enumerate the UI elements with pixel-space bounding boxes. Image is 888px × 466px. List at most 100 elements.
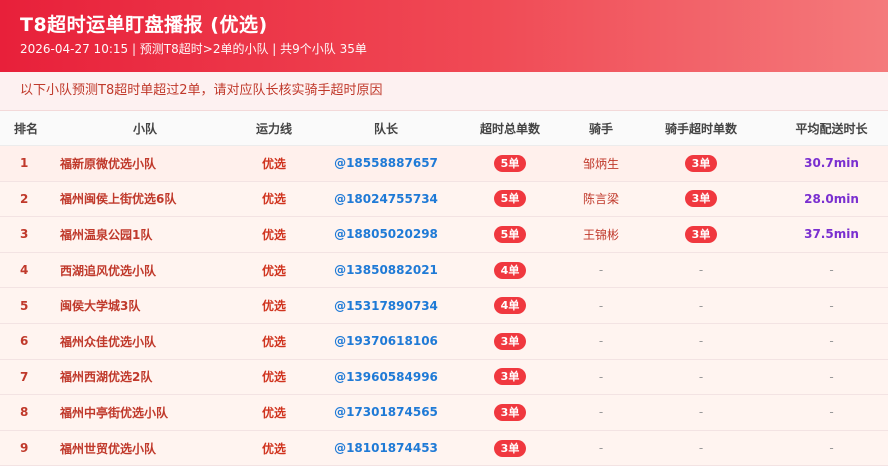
capacity-line: 优选 [238, 394, 310, 431]
rider-timeout-badge: 3单 [684, 154, 718, 172]
rank-cell: 3 [0, 216, 52, 253]
rider-timeout-badge: 3单 [684, 225, 718, 243]
rank-cell: 8 [0, 394, 52, 431]
rank-cell: 4 [0, 252, 52, 289]
table-row: 4 西湖追风优选小队 优选 @13850882021 4单 - - - [0, 252, 888, 289]
rider-timeout-value: - [698, 405, 704, 420]
col-header-rank: 排名 [0, 111, 52, 146]
capacity-line: 优选 [238, 252, 310, 289]
rider-name: - [558, 287, 644, 324]
total-timeout-cell: 3单 [462, 394, 558, 431]
rider-name: - [558, 359, 644, 396]
rank-cell: 9 [0, 430, 52, 466]
table-row: 3 福州温泉公园1队 优选 @18805020298 5单 王锦彬 3单 37.5min [0, 216, 888, 253]
team-name: 西湖追风优选小队 [52, 252, 238, 289]
total-timeout-badge: 3单 [493, 332, 527, 350]
rider-timeout-value: - [698, 298, 704, 313]
report-header: T8超时运单盯盘播报 (优选) 2026-04-27 10:15 | 预测T8超… [0, 0, 888, 72]
rider-timeout-cell: 3单 [644, 145, 758, 182]
leader-mention[interactable]: @18558887657 [310, 145, 462, 182]
rider-timeout-cell: - [644, 394, 758, 431]
table-row: 1 福新原微优选小队 优选 @18558887657 5单 邹炳生 3单 30.7min [0, 145, 888, 182]
col-header-rider: 骑手 [558, 111, 644, 146]
team-name: 闽侯大学城3队 [52, 287, 238, 324]
team-name: 福州众佳优选小队 [52, 323, 238, 360]
rider-timeout-cell: - [644, 430, 758, 466]
capacity-line: 优选 [238, 430, 310, 466]
avg-delivery-time: - [758, 323, 888, 360]
capacity-line: 优选 [238, 359, 310, 396]
notice-banner: 以下小队预测T8超时单超过2单，请对应队长核实骑手超时原因 [0, 72, 888, 111]
rank-cell: 5 [0, 287, 52, 324]
rider-timeout-cell: - [644, 252, 758, 289]
report-subtitle: 2026-04-27 10:15 | 预测T8超时>2单的小队 | 共9个小队 … [20, 42, 367, 56]
leader-mention[interactable]: @18805020298 [310, 216, 462, 253]
team-name: 福新原微优选小队 [52, 145, 238, 182]
col-header-leader: 队长 [310, 111, 462, 146]
total-timeout-badge: 5单 [493, 190, 527, 208]
total-timeout-cell: 3单 [462, 359, 558, 396]
total-timeout-cell: 5单 [462, 216, 558, 253]
table-row: 5 闽侯大学城3队 优选 @15317890734 4单 - - - [0, 287, 888, 324]
total-timeout-badge: 5单 [493, 225, 527, 243]
leader-mention[interactable]: @17301874565 [310, 394, 462, 431]
rider-name: 王锦彬 [558, 216, 644, 253]
report-title: T8超时运单盯盘播报 (优选) [20, 14, 268, 36]
leader-mention[interactable]: @13960584996 [310, 359, 462, 396]
rider-timeout-cell: 3单 [644, 181, 758, 218]
avg-delivery-time: - [758, 359, 888, 396]
rider-timeout-value: - [698, 334, 704, 349]
team-name: 福州闽侯上街优选6队 [52, 181, 238, 218]
avg-delivery-time: - [758, 430, 888, 466]
rider-name: - [558, 394, 644, 431]
avg-delivery-time: 37.5min [758, 216, 888, 253]
rider-timeout-value: - [698, 369, 704, 384]
leader-mention[interactable]: @15317890734 [310, 287, 462, 324]
capacity-line: 优选 [238, 181, 310, 218]
rider-timeout-value: - [698, 441, 704, 456]
total-timeout-badge: 4单 [493, 297, 527, 315]
leader-mention[interactable]: @19370618106 [310, 323, 462, 360]
total-timeout-badge: 3单 [493, 439, 527, 457]
rank-cell: 6 [0, 323, 52, 360]
total-timeout-badge: 5单 [493, 154, 527, 172]
team-name: 福州世贸优选小队 [52, 430, 238, 466]
rider-timeout-cell: 3单 [644, 216, 758, 253]
rider-timeout-cell: - [644, 359, 758, 396]
col-header-avg-time: 平均配送时长 [758, 111, 888, 146]
col-header-team: 小队 [52, 111, 238, 146]
capacity-line: 优选 [238, 145, 310, 182]
table-row: 6 福州众佳优选小队 优选 @19370618106 3单 - - - [0, 323, 888, 360]
table-row: 9 福州世贸优选小队 优选 @18101874453 3单 - - - [0, 430, 888, 466]
avg-delivery-time: - [758, 394, 888, 431]
total-timeout-badge: 3单 [493, 368, 527, 386]
table-header-row: 排名 小队 运力线 队长 超时总单数 骑手 骑手超时单数 平均配送时长 [0, 111, 888, 146]
leader-mention[interactable]: @13850882021 [310, 252, 462, 289]
team-name: 福州西湖优选2队 [52, 359, 238, 396]
leader-mention[interactable]: @18024755734 [310, 181, 462, 218]
col-header-line: 运力线 [238, 111, 310, 146]
total-timeout-cell: 5单 [462, 145, 558, 182]
rider-name: - [558, 430, 644, 466]
table-body: 1 福新原微优选小队 优选 @18558887657 5单 邹炳生 3单 30.7min 2 福州… [0, 145, 888, 466]
rider-timeout-cell: - [644, 287, 758, 324]
col-header-rider-timeout: 骑手超时单数 [644, 111, 758, 146]
avg-delivery-time: - [758, 287, 888, 324]
total-timeout-cell: 4单 [462, 287, 558, 324]
table-row: 8 福州中亭街优选小队 优选 @17301874565 3单 - - - [0, 394, 888, 431]
rider-name: - [558, 323, 644, 360]
total-timeout-badge: 4单 [493, 261, 527, 279]
rider-name: 陈言梁 [558, 181, 644, 218]
leader-mention[interactable]: @18101874453 [310, 430, 462, 466]
rider-timeout-cell: - [644, 323, 758, 360]
team-name: 福州中亭街优选小队 [52, 394, 238, 431]
total-timeout-cell: 4单 [462, 252, 558, 289]
rider-name: - [558, 252, 644, 289]
avg-delivery-time: - [758, 252, 888, 289]
rank-cell: 1 [0, 145, 52, 182]
rank-cell: 2 [0, 181, 52, 218]
rider-name: 邹炳生 [558, 145, 644, 182]
total-timeout-badge: 3单 [493, 403, 527, 421]
capacity-line: 优选 [238, 216, 310, 253]
total-timeout-cell: 3单 [462, 323, 558, 360]
